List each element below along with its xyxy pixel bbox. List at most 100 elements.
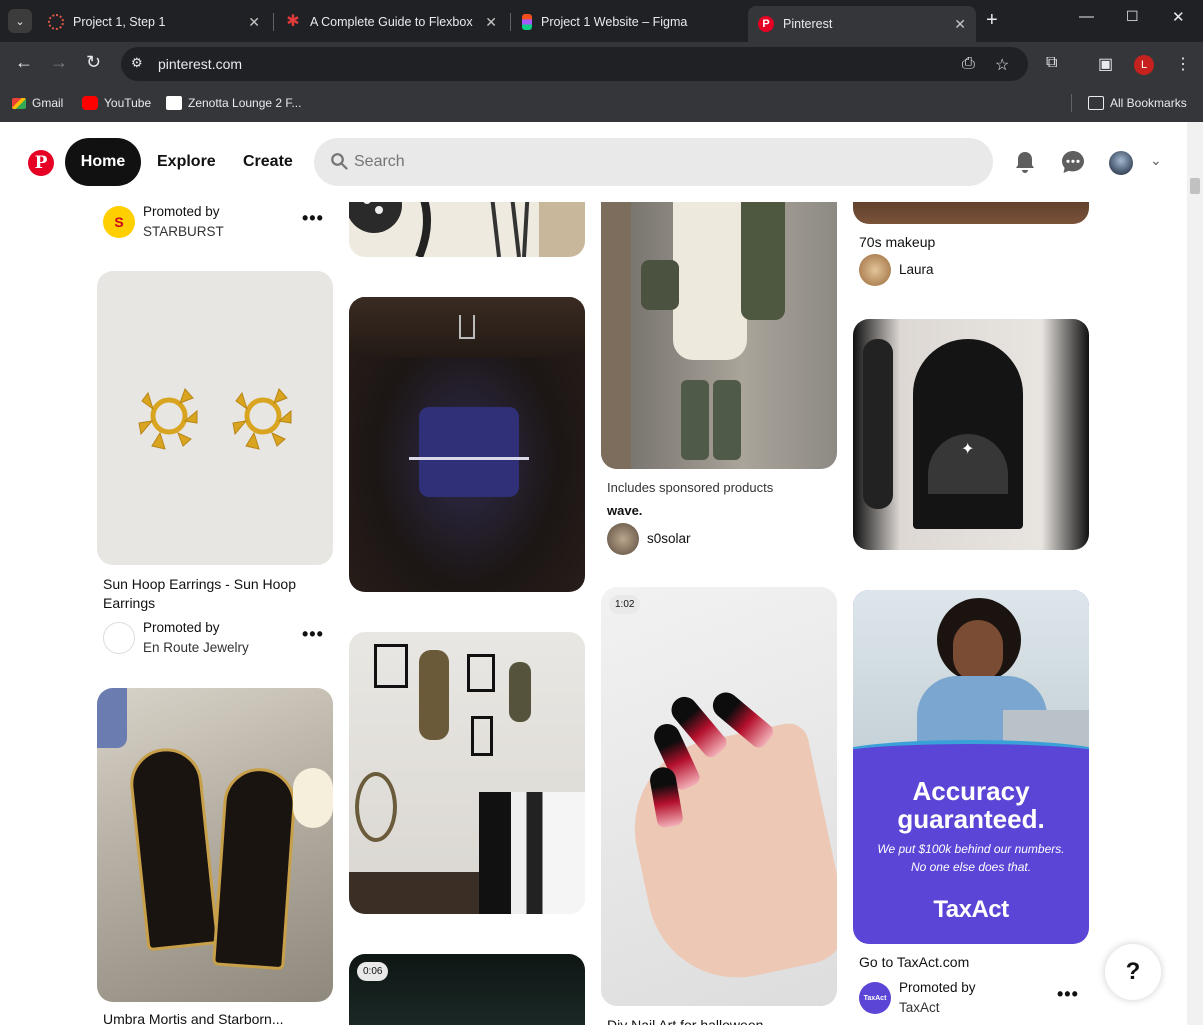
promoted-label: Promoted by xyxy=(143,620,220,635)
forward-icon[interactable]: → xyxy=(50,52,68,73)
ad-headline: guaranteed. xyxy=(897,804,1045,834)
cross-necklace-image xyxy=(459,315,475,339)
pin-title[interactable]: Sun Hoop Earrings - Sun Hoop Earrings xyxy=(103,575,323,613)
close-tab-icon[interactable]: ✕ xyxy=(248,14,260,31)
en-route-promoted-meta[interactable]: Promoted by En Route Jewelry xyxy=(103,618,249,658)
velvet-dress-image xyxy=(419,407,519,497)
site-info-icon[interactable]: ⚙ xyxy=(131,55,149,73)
nav-create[interactable]: Create xyxy=(243,153,293,171)
logo-letter: P xyxy=(34,153,48,173)
pin-video[interactable]: 0:06 xyxy=(349,954,585,1025)
pin-title[interactable]: Go to TaxAct.com xyxy=(859,953,969,972)
pinterest-header: P Home Explore Create ⌄ xyxy=(0,122,1187,202)
avatar-letter: S xyxy=(114,214,124,230)
tab-favicon-icon xyxy=(48,14,64,30)
tab-project-step[interactable]: Project 1, Step 1 ✕ xyxy=(38,6,270,38)
asterisk-favicon-icon: ✱ xyxy=(286,13,300,30)
bag-image xyxy=(641,260,679,310)
promoter-name: TaxAct xyxy=(899,1000,940,1015)
nav-explore[interactable]: Explore xyxy=(157,153,216,171)
messages-icon[interactable] xyxy=(1061,150,1085,174)
promoted-label: Promoted by xyxy=(143,204,220,219)
pin-gothic-tattoo[interactable]: ✦ xyxy=(853,319,1089,550)
close-tab-icon[interactable]: ✕ xyxy=(954,16,966,33)
gmail-icon xyxy=(12,97,26,109)
tab-flexbox-guide[interactable]: ✱ A Complete Guide to Flexbox | ✕ xyxy=(275,6,507,38)
taxact-avatar: TaxAct xyxy=(859,982,891,1014)
bookmark-star-icon[interactable]: ☆ xyxy=(995,55,1009,75)
earrings-image xyxy=(138,388,292,450)
search-input[interactable] xyxy=(354,150,954,174)
extensions-icon[interactable]: ⧉ xyxy=(1046,54,1057,72)
all-bookmarks[interactable]: All Bookmarks xyxy=(1088,94,1187,112)
tab-figma[interactable]: Project 1 Website – Figma xyxy=(512,6,744,38)
bookmark-gmail[interactable]: Gmail xyxy=(12,94,63,112)
bookmark-label: YouTube xyxy=(104,96,152,110)
taxact-promoted-meta[interactable]: TaxAct Promoted by TaxAct xyxy=(859,978,976,1018)
side-panel-icon[interactable]: ▣ xyxy=(1098,54,1113,74)
sponsored-note: Includes sponsored products xyxy=(607,480,774,495)
pin-title[interactable]: Umbra Mortis and Starborn... xyxy=(103,1010,323,1025)
clothing-rack-image xyxy=(479,792,585,914)
boot-image xyxy=(713,380,741,460)
dried-flowers-image xyxy=(419,650,449,740)
starburst-avatar: S xyxy=(103,206,135,238)
menu-icon[interactable]: ⋮ xyxy=(1175,54,1191,74)
bookmarks-bar: Gmail YouTube Zenotta Lounge 2 F... All … xyxy=(0,86,1203,122)
page-scrollbar[interactable] xyxy=(1187,122,1203,1025)
url-text: pinterest.com xyxy=(158,56,243,72)
pin-nail-art[interactable]: 1:02 xyxy=(601,587,837,1006)
bookmark-zenotta[interactable]: Zenotta Lounge 2 F... xyxy=(166,94,301,112)
ad-subtext: We put $100k behind our numbers. xyxy=(877,842,1065,856)
profile-avatar[interactable]: L xyxy=(1134,55,1154,75)
video-duration-badge: 0:06 xyxy=(357,962,389,981)
pin-outfit[interactable] xyxy=(601,170,837,469)
starburst-promoted-meta[interactable]: S Promoted by STARBURST xyxy=(103,202,224,242)
more-options-icon[interactable]: ••• xyxy=(302,624,324,645)
pin-title[interactable]: wave. xyxy=(607,501,642,520)
new-tab-button[interactable]: + xyxy=(986,10,998,30)
search-bar[interactable] xyxy=(314,138,993,186)
person-face-image xyxy=(953,620,1003,682)
chevron-down-icon[interactable]: ⌄ xyxy=(1150,152,1162,169)
pin-taxact-ad[interactable]: Accuracy guaranteed. We put $100k behind… xyxy=(853,590,1089,944)
pin-sun-earrings[interactable] xyxy=(97,271,333,565)
tab-pinterest[interactable]: P Pinterest ✕ xyxy=(748,6,976,42)
pin-gothic-room[interactable] xyxy=(349,632,585,914)
close-tab-icon[interactable]: ✕ xyxy=(485,14,497,31)
starborn-card-image xyxy=(126,744,220,952)
help-button[interactable]: ? xyxy=(1105,944,1161,1000)
minimize-icon[interactable]: — xyxy=(1079,8,1094,25)
candle-image xyxy=(293,768,333,828)
close-window-icon[interactable]: ✕ xyxy=(1172,8,1185,26)
youtube-icon xyxy=(82,96,98,110)
tab-strip: ⌄ Project 1, Step 1 ✕ ✱ A Complete Guide… xyxy=(0,0,1203,42)
more-options-icon[interactable]: ••• xyxy=(1057,984,1079,1005)
skull-tattoo-image xyxy=(863,339,893,509)
nav-home[interactable]: Home xyxy=(65,138,141,186)
more-options-icon[interactable]: ••• xyxy=(302,208,324,229)
user-avatar[interactable] xyxy=(1109,151,1133,175)
tab-search-button[interactable]: ⌄ xyxy=(8,9,32,33)
notifications-bell-icon[interactable] xyxy=(1013,150,1037,174)
pin-tarot-cards[interactable] xyxy=(97,688,333,1002)
pinterest-logo-icon[interactable]: P xyxy=(28,150,54,176)
pin-title[interactable]: 70s makeup xyxy=(859,233,935,252)
frame-image xyxy=(471,716,493,756)
pin-creator[interactable]: s0solar xyxy=(607,523,691,555)
zenotta-icon xyxy=(166,96,182,110)
pin-title[interactable]: Diy Nail Art for halloween xyxy=(607,1016,763,1025)
maximize-icon[interactable]: ☐ xyxy=(1126,8,1139,25)
pin-creator[interactable]: Laura xyxy=(859,254,934,286)
bookmark-label: All Bookmarks xyxy=(1110,96,1187,110)
pin-gothic-lace-top[interactable] xyxy=(349,297,585,592)
umbra-mortis-card-image xyxy=(212,765,298,971)
boot-image xyxy=(681,380,709,460)
reload-icon[interactable]: ↻ xyxy=(86,52,101,73)
bookmark-youtube[interactable]: YouTube xyxy=(82,94,151,112)
install-app-icon[interactable]: ⎙ xyxy=(962,55,975,73)
tab-divider xyxy=(273,13,274,31)
address-bar[interactable]: ⚙ pinterest.com ⎙ ☆ xyxy=(121,47,1028,81)
back-icon[interactable]: ← xyxy=(15,52,33,73)
scrollbar-thumb[interactable] xyxy=(1190,178,1200,194)
